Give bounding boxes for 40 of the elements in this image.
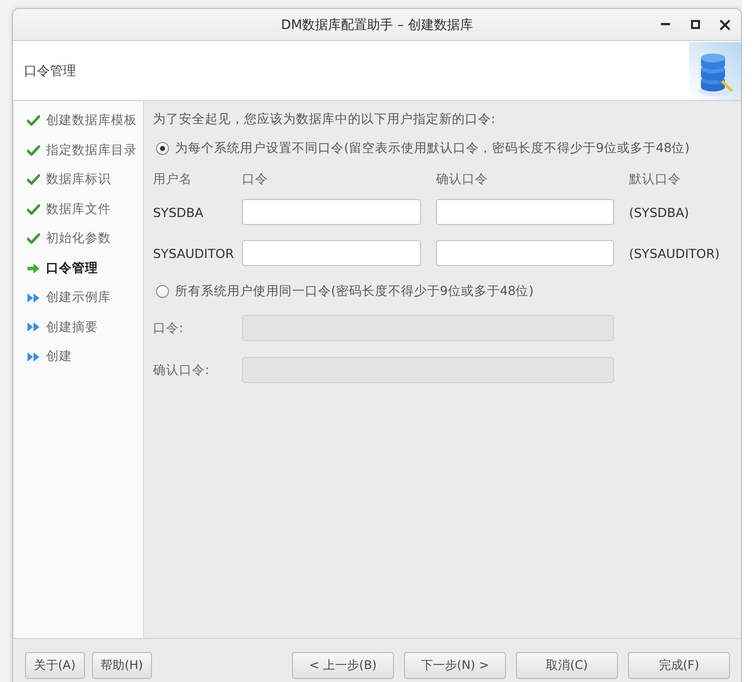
step-label: 创建 xyxy=(46,348,72,366)
close-icon xyxy=(720,20,730,30)
page-title: 口令管理 xyxy=(24,62,76,80)
password-field[interactable] xyxy=(242,240,421,266)
column-header: 用户名 xyxy=(153,170,192,187)
database-icon xyxy=(689,42,741,100)
step-label: 创建摘要 xyxy=(46,318,98,336)
step-label: 初始化参数 xyxy=(46,230,111,248)
default-password: (SYSAUDITOR) xyxy=(629,246,720,260)
radio-button[interactable] xyxy=(156,284,169,298)
minimize-icon xyxy=(660,23,670,26)
step-label: 口令管理 xyxy=(46,260,98,277)
step-label: 创建数据库模板 xyxy=(46,112,137,130)
field-label: 确认口令: xyxy=(153,362,210,378)
option-label: 为每个系统用户设置不同口令(留空表示使用默认口令，密码长度不得少于9位或多于48位) xyxy=(175,140,690,156)
column-header: 默认口令 xyxy=(629,170,681,187)
step-label: 指定数据库目录 xyxy=(46,142,137,159)
dialog-button[interactable]: 取消(C) xyxy=(516,652,618,679)
maximize-icon xyxy=(690,20,700,29)
radio-button[interactable] xyxy=(156,142,169,154)
step-label: 数据库文件 xyxy=(46,200,111,218)
user-name: SYSAUDITOR xyxy=(153,246,234,260)
dialog-button[interactable]: 帮助(H) xyxy=(92,652,152,679)
field-label: 口令: xyxy=(153,320,184,336)
option-label: 所有系统用户使用同一口令(密码长度不得少于9位或多于48位) xyxy=(175,282,534,300)
step-label: 数据库标识 xyxy=(46,171,111,188)
step-label: 创建示例库 xyxy=(46,289,111,306)
column-header: 口令 xyxy=(242,170,268,187)
dialog-button[interactable]: 关于(A) xyxy=(25,652,85,679)
dialog-button[interactable]: 下一步(N) > xyxy=(404,652,506,679)
password-field[interactable] xyxy=(242,199,421,225)
intro-text: 为了安全起见，您应该为数据库中的以下用户指定新的口令: xyxy=(153,110,496,127)
column-header: 确认口令 xyxy=(436,170,488,187)
window-title: DM数据库配置助手 – 创建数据库 xyxy=(281,16,473,34)
dialog-button[interactable]: 完成(F) xyxy=(628,652,730,679)
confirm-password-field[interactable] xyxy=(436,240,614,266)
dialog-button[interactable]: < 上一步(B) xyxy=(292,652,394,679)
default-password: (SYSDBA) xyxy=(629,204,690,220)
user-name: SYSDBA xyxy=(153,204,204,220)
confirm-password-field[interactable] xyxy=(436,199,614,225)
